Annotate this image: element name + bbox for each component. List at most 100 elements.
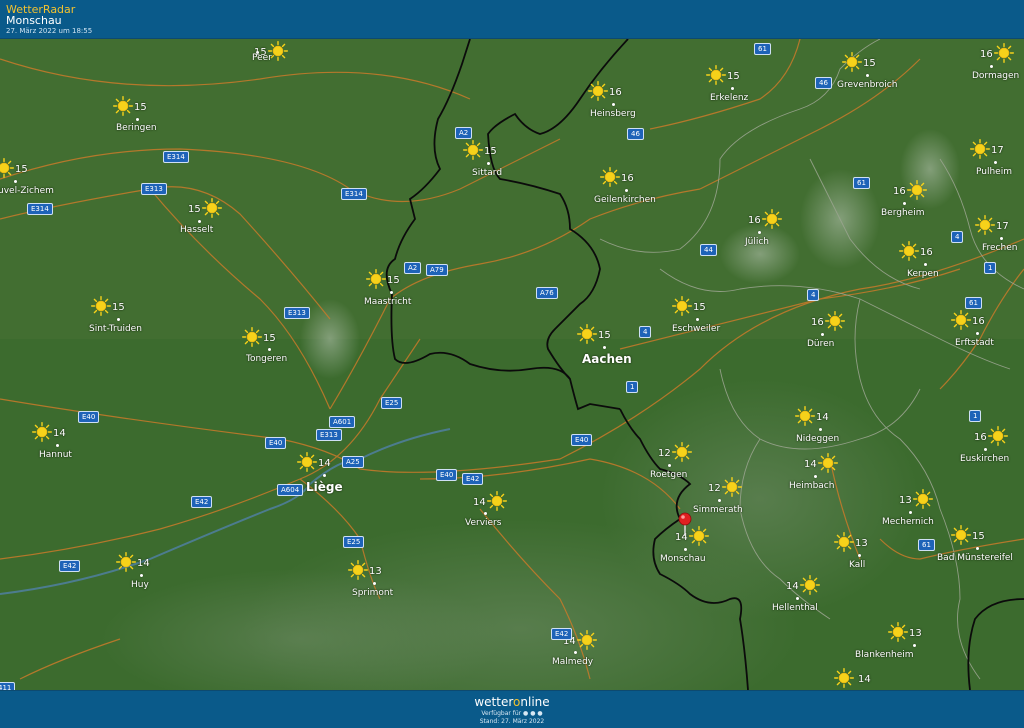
city-label-kall[interactable]: Kall	[849, 560, 865, 570]
city-blankenheim-sun-icon	[888, 622, 908, 642]
city-marker-euskirchen	[984, 448, 987, 451]
city-label-erftstadt[interactable]: Erftstadt	[955, 338, 994, 348]
city-label-hellenthal[interactable]: Hellenthal	[772, 603, 818, 613]
city-uvel-zichem-sun-icon	[0, 158, 14, 178]
city-label-blankenheim[interactable]: Blankenheim	[855, 650, 914, 660]
city-label-dormagen[interactable]: Dormagen	[972, 71, 1019, 81]
city-label-hasselt[interactable]: Hasselt	[180, 225, 213, 235]
city-label-euskirchen[interactable]: Euskirchen	[960, 454, 1009, 464]
city-marker-erftstadt	[976, 332, 979, 335]
city-marker-roetgen	[668, 464, 671, 467]
road-shield-a604: A604	[277, 484, 304, 496]
city-label-sint-truiden[interactable]: Sint-Truiden	[89, 324, 142, 334]
city-label-heinsberg[interactable]: Heinsberg	[590, 109, 636, 119]
road-shield-411: 411	[0, 682, 16, 690]
city-label-sittard[interactable]: Sittard	[472, 168, 502, 178]
city-label-mechernich[interactable]: Mechernich	[882, 517, 934, 527]
temperature-blankenheim: 13	[909, 628, 922, 639]
city-label-bad-m-nstereifel[interactable]: Bad Münstereifel	[937, 553, 1013, 563]
city-heinsberg-sun-icon	[588, 81, 608, 101]
temperature-verviers: 14	[473, 497, 486, 508]
city-label-bergheim[interactable]: Bergheim	[881, 208, 924, 218]
temperature-erftstadt: 16	[972, 316, 985, 327]
temperature-beringen: 15	[134, 102, 147, 113]
city-label-verviers[interactable]: Verviers	[465, 518, 501, 528]
city-marker-huy	[140, 574, 143, 577]
road-shield-e314: E314	[27, 203, 53, 215]
city-label-pulheim[interactable]: Pulheim	[976, 167, 1012, 177]
city-label-kerpen[interactable]: Kerpen	[907, 269, 939, 279]
city-label-hannut[interactable]: Hannut	[39, 450, 72, 460]
city-aachen-sun-icon	[577, 324, 597, 344]
city-label-erkelenz[interactable]: Erkelenz	[710, 93, 748, 103]
city-label-roetgen[interactable]: Roetgen	[650, 470, 687, 480]
temperature-d-ren: 16	[811, 317, 824, 328]
city-label-simmerath[interactable]: Simmerath	[693, 505, 743, 515]
city-label-geilenkirchen[interactable]: Geilenkirchen	[594, 195, 656, 205]
city-label-beringen[interactable]: Beringen	[116, 123, 157, 133]
city-kall-sun-icon	[834, 532, 854, 552]
temperature-hasselt: 15	[188, 204, 201, 215]
city-marker-li-ge	[323, 474, 326, 477]
city-marker-sittard	[487, 162, 490, 165]
road-shield-a2: A2	[404, 262, 422, 274]
road-shield-e25: E25	[381, 397, 403, 409]
city-marker-sint-truiden	[117, 318, 120, 321]
city-label-li-ge[interactable]: Liège	[306, 480, 343, 494]
city-label-d-ren[interactable]: Düren	[807, 339, 834, 349]
city-label-monschau[interactable]: Monschau	[660, 554, 706, 564]
road-shield-e40: E40	[78, 411, 100, 423]
city-label-uvel-zichem[interactable]: uvel-Zichem	[0, 186, 54, 196]
location-pin-icon[interactable]	[675, 511, 695, 537]
city-label-aachen[interactable]: Aachen	[582, 352, 632, 366]
city-d-ren-sun-icon	[825, 311, 845, 331]
road-shield-e25: E25	[343, 536, 365, 548]
temperature-euskirchen: 16	[974, 432, 987, 443]
temperature-grevenbroich: 15	[863, 58, 876, 69]
temperature-sprimont: 13	[369, 566, 382, 577]
city-label-eschweiler[interactable]: Eschweiler	[672, 324, 720, 334]
city-eschweiler-sun-icon	[672, 296, 692, 316]
city-heimbach-sun-icon	[818, 453, 838, 473]
city-huy-sun-icon	[116, 552, 136, 572]
city-label-peer[interactable]: Peer	[252, 53, 272, 63]
city-hellenthal-sun-icon	[800, 575, 820, 595]
city-label-huy[interactable]: Huy	[131, 580, 149, 590]
road-shield-e313: E313	[284, 307, 310, 319]
city-dormagen-sun-icon	[994, 43, 1014, 63]
city-marker-hellenthal	[796, 597, 799, 600]
city-label-j-lich[interactable]: Jülich	[745, 237, 769, 247]
wetteronline-logo[interactable]: wetteronline	[0, 695, 1024, 709]
temperature-j-lich: 16	[748, 215, 761, 226]
city-marker-d-ren	[821, 333, 824, 336]
weather-map[interactable]: 15 Peer 15 Beringen 15 Hasselt 15 Sint-Truiden 1…	[0, 39, 1024, 690]
availability-text: Verfügbar für ● ● ●	[481, 710, 543, 717]
city-label-heimbach[interactable]: Heimbach	[789, 481, 834, 491]
app-footer: wetteronline Verfügbar für ● ● ● Stand: …	[0, 690, 1024, 728]
city-marker-eschweiler	[696, 318, 699, 321]
city-sprimont-sun-icon	[348, 560, 368, 580]
city-verviers-sun-icon	[487, 491, 507, 511]
road-shield-a601: A601	[329, 416, 356, 428]
temperature-simmerath: 12	[708, 483, 721, 494]
city-nideggen-sun-icon	[795, 406, 815, 426]
city-marker-j-lich	[758, 231, 761, 234]
city-beringen-sun-icon	[113, 96, 133, 116]
city-marker-heinsberg	[612, 103, 615, 106]
temperature-heinsberg: 16	[609, 87, 622, 98]
road-shield-46: 46	[815, 77, 832, 89]
road-shield-4: 4	[951, 231, 964, 243]
city-label-tongeren[interactable]: Tongeren	[246, 354, 287, 364]
city-label-sprimont[interactable]: Sprimont	[352, 588, 393, 598]
city-label-nideggen[interactable]: Nideggen	[796, 434, 839, 444]
city-label-frechen[interactable]: Frechen	[982, 243, 1017, 253]
city-tongeren-sun-icon	[242, 327, 262, 347]
city-label-malmedy[interactable]: Malmedy	[552, 657, 593, 667]
temperature-heimbach: 14	[804, 459, 817, 470]
city-label-grevenbroich[interactable]: Grevenbroich	[837, 80, 897, 90]
road-shield-61: 61	[853, 177, 870, 189]
temperature-roetgen: 12	[658, 448, 671, 459]
city-label-maastricht[interactable]: Maastricht	[364, 297, 411, 307]
road-shield-e313: E313	[316, 429, 342, 441]
temperature-frechen: 17	[996, 221, 1009, 232]
